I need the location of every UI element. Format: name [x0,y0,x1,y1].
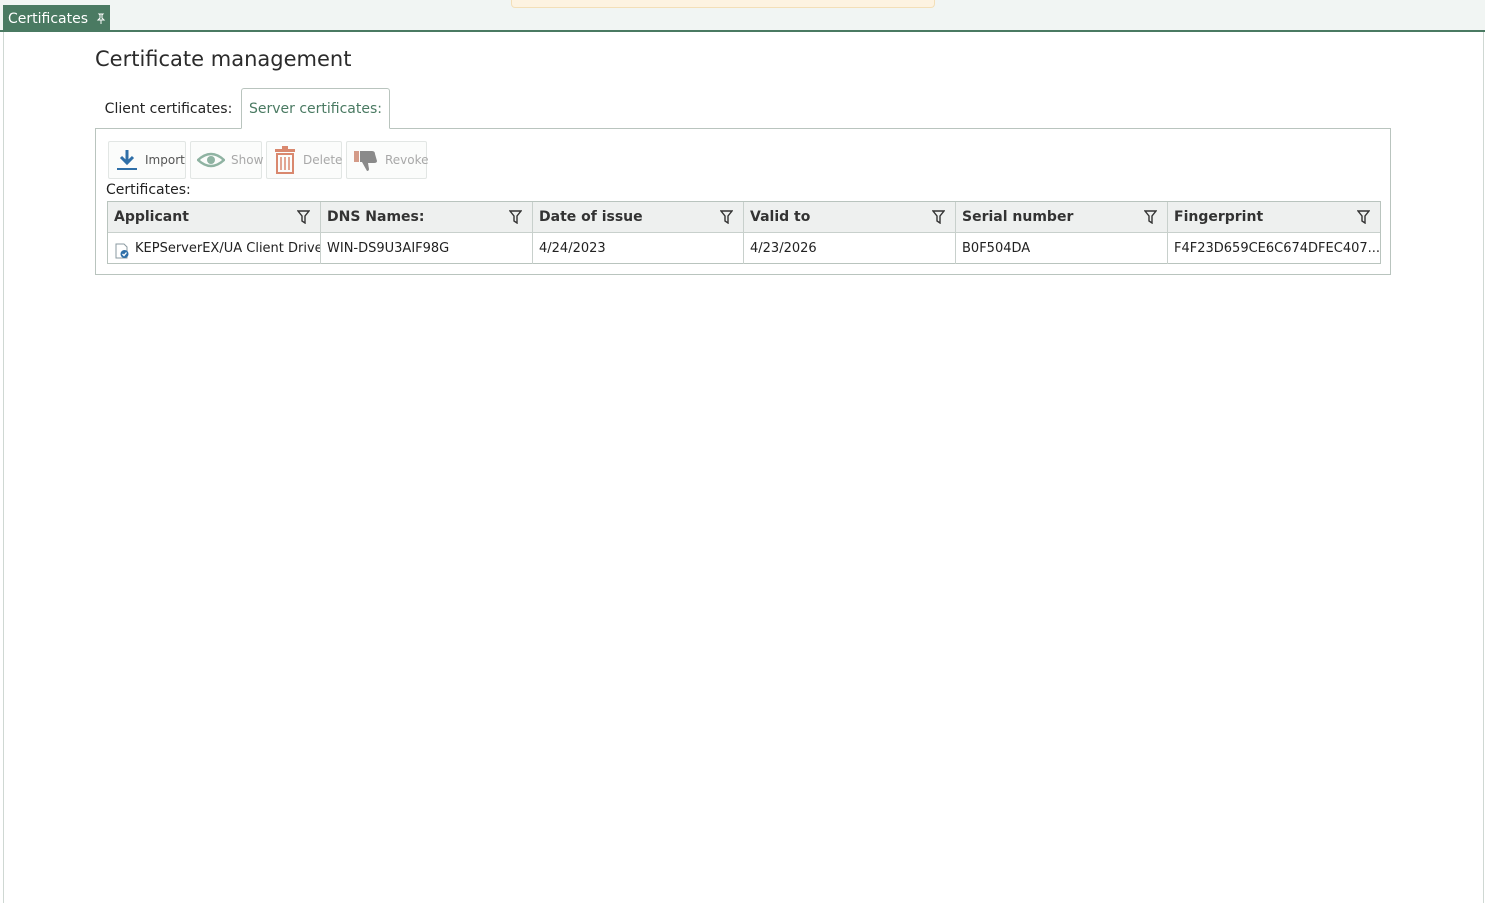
document-tab-label: Certificates [8,10,89,27]
show-button[interactable]: Show [190,141,264,179]
column-header-label: Fingerprint [1174,209,1264,225]
dns-value: WIN-DS9U3AIF98G [327,241,450,256]
cell-fingerprint[interactable]: F4F23D659CE6C674DFEC407... [1168,233,1380,264]
column-header-serial-number[interactable]: Serial number [956,202,1168,232]
fingerprint-value: F4F23D659CE6C674DFEC407... [1174,241,1380,256]
filter-icon[interactable] [1144,210,1157,224]
tab-client-certificates[interactable]: Client certificates: [96,88,241,129]
table-header: Applicant DNS Names: Date of issue Valid… [108,202,1380,233]
date-of-issue-value: 4/24/2023 [539,241,606,256]
pin-icon[interactable] [95,13,107,25]
eye-icon [197,150,225,170]
filter-icon[interactable] [509,210,522,224]
column-header-fingerprint[interactable]: Fingerprint [1168,202,1380,232]
download-icon [115,148,139,172]
column-header-label: DNS Names: [327,209,425,225]
certificate-tabs: Client certificates: Server certificates… [96,88,390,129]
revoke-label: Revoke [385,153,429,167]
certificates-label: Certificates: [106,182,191,198]
table-row[interactable]: KEPServerEX/UA Client Driver WIN-DS9U3AI… [108,233,1380,264]
delete-button[interactable]: Delete [266,141,342,179]
applicant-value: KEPServerEX/UA Client Driver [135,241,321,256]
toolbar: Import Show Delete Revoke [108,141,429,179]
filter-icon[interactable] [932,210,945,224]
cell-dns-names[interactable]: WIN-DS9U3AIF98G [321,233,533,264]
thumbs-down-icon [353,148,379,172]
certificates-table: Applicant DNS Names: Date of issue Valid… [107,201,1381,264]
cell-valid-to[interactable]: 4/23/2026 [744,233,956,264]
notification-strip [511,0,935,8]
filter-icon[interactable] [720,210,733,224]
filter-icon[interactable] [1357,210,1370,224]
column-header-label: Date of issue [539,209,643,225]
column-header-label: Serial number [962,209,1074,225]
serial-number-value: B0F504DA [962,241,1031,256]
column-header-label: Applicant [114,209,189,225]
revoke-button[interactable]: Revoke [346,141,429,179]
column-header-date-of-issue[interactable]: Date of issue [533,202,744,232]
cell-serial-number[interactable]: B0F504DA [956,233,1168,264]
top-bar: Certificates [0,0,1485,32]
show-label: Show [231,153,264,167]
filter-icon[interactable] [297,210,310,224]
column-header-applicant[interactable]: Applicant [108,202,321,232]
cell-date-of-issue[interactable]: 4/24/2023 [533,233,744,264]
cell-applicant[interactable]: KEPServerEX/UA Client Driver [108,233,321,264]
column-header-valid-to[interactable]: Valid to [744,202,956,232]
tab-server-certificates[interactable]: Server certificates: [241,88,390,129]
certificate-icon [114,243,130,259]
column-header-dns-names[interactable]: DNS Names: [321,202,533,232]
document-tab-certificates[interactable]: Certificates [3,5,110,32]
column-header-label: Valid to [750,209,811,225]
delete-label: Delete [303,153,343,167]
trash-icon [273,146,297,174]
page-title: Certificate management [95,47,352,71]
valid-to-value: 4/23/2026 [750,241,817,256]
import-button[interactable]: Import [108,141,186,179]
import-label: Import [145,153,185,167]
